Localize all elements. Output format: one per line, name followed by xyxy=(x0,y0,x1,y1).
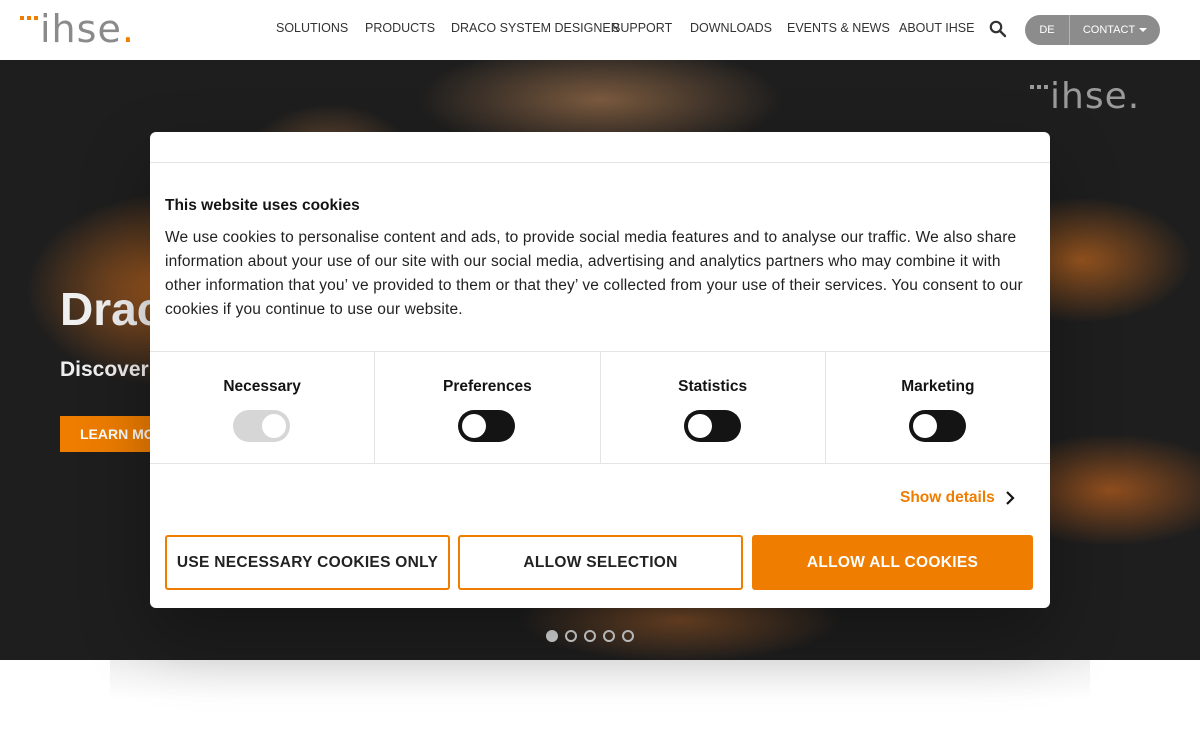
hero-subtitle: Discover xyxy=(60,358,149,381)
statistics-toggle[interactable] xyxy=(683,410,741,442)
nav-support[interactable]: SUPPORT xyxy=(612,21,672,35)
nav-events-news[interactable]: EVENTS & NEWS xyxy=(787,21,890,35)
nav-solutions[interactable]: SOLUTIONS xyxy=(276,21,348,35)
carousel-dot-5[interactable] xyxy=(622,630,634,642)
necessary-toggle xyxy=(233,410,291,442)
category-necessary: Necessary xyxy=(150,352,376,463)
category-label: Statistics xyxy=(678,378,748,395)
show-details-label: Show details xyxy=(900,489,995,506)
preferences-toggle[interactable] xyxy=(458,410,516,442)
section-shadow xyxy=(110,660,1090,700)
cookie-consent-dialog: This website uses cookies We use cookies… xyxy=(150,132,1050,608)
carousel-pagination xyxy=(546,630,634,642)
contact-label: CONTACT xyxy=(1082,24,1136,36)
show-details-link[interactable]: Show details xyxy=(900,489,1015,507)
category-marketing: Marketing xyxy=(826,352,1050,463)
category-preferences: Preferences xyxy=(375,352,601,463)
cookie-dialog-text: We use cookies to personalise content an… xyxy=(165,229,1023,318)
carousel-dot-2[interactable] xyxy=(565,630,577,642)
nav-products[interactable]: PRODUCTS xyxy=(365,21,435,35)
category-label: Necessary xyxy=(223,378,301,395)
ihse-logo[interactable]: ihse. xyxy=(20,9,135,49)
logo-text: ihse xyxy=(40,7,122,51)
cookie-category-toggles: Necessary Preferences Statistics Marketi… xyxy=(150,351,1050,464)
hero-logo-text: ihse. xyxy=(1050,76,1141,117)
contact-dropdown-button[interactable]: CONTACT xyxy=(1070,15,1160,45)
site-header: ihse. SOLUTIONS PRODUCTS DRACO SYSTEM DE… xyxy=(0,0,1200,60)
category-label: Marketing xyxy=(901,378,975,395)
dialog-divider xyxy=(150,162,1050,163)
nav-downloads[interactable]: DOWNLOADS xyxy=(690,21,772,35)
carousel-dot-4[interactable] xyxy=(603,630,615,642)
category-statistics: Statistics xyxy=(601,352,826,463)
caret-down-icon xyxy=(1139,28,1148,32)
logo-dots xyxy=(20,16,38,20)
cookie-dialog-title: This website uses cookies xyxy=(165,197,360,214)
category-label: Preferences xyxy=(442,378,532,395)
allow-selection-button[interactable]: ALLOW SELECTION xyxy=(458,535,743,590)
lang-contact-pill: DE CONTACT xyxy=(1025,15,1160,45)
nav-about-ihse[interactable]: ABOUT IHSE xyxy=(899,21,974,35)
nav-draco-system-designer[interactable]: DRACO SYSTEM DESIGNER xyxy=(451,21,620,35)
search-icon[interactable] xyxy=(989,20,1007,38)
carousel-dot-3[interactable] xyxy=(584,630,596,642)
carousel-dot-1[interactable] xyxy=(546,630,558,642)
use-necessary-cookies-button[interactable]: USE NECESSARY COOKIES ONLY xyxy=(165,535,450,590)
allow-all-cookies-button[interactable]: ALLOW ALL COOKIES xyxy=(752,535,1033,590)
language-switch-button[interactable]: DE xyxy=(1025,15,1070,45)
marketing-toggle[interactable] xyxy=(908,410,966,442)
chevron-right-icon xyxy=(1005,491,1015,505)
hero-ihse-logo: ihse. xyxy=(1030,78,1140,116)
logo-period: . xyxy=(121,7,135,51)
